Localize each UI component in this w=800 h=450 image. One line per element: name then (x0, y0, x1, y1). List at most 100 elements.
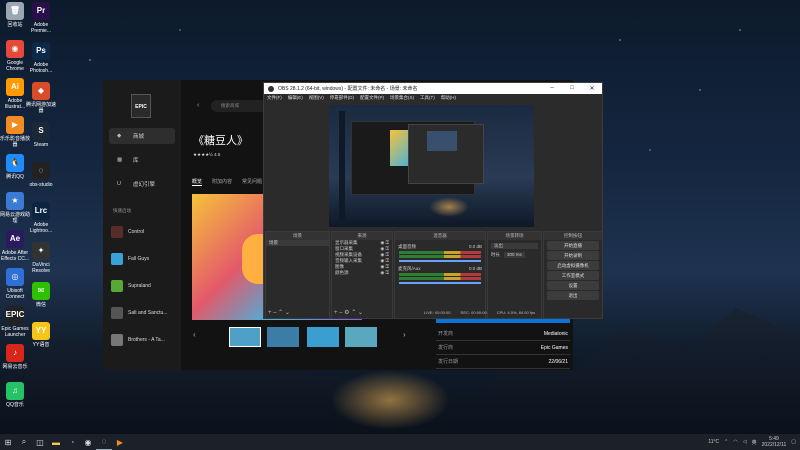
search-icon[interactable]: ⌕ (16, 434, 32, 450)
desktop-icon[interactable]: ♫ QQ音乐 (0, 382, 30, 408)
tab-overview[interactable]: 概览 (192, 178, 203, 186)
source-item[interactable]: 颜色源 ◉ ⚿ (332, 270, 392, 276)
app-icon: ▶ (6, 116, 24, 134)
desktop-icon-label: 网易云音乐 (2, 364, 28, 370)
edge-icon[interactable]: ◔ (64, 434, 80, 450)
desktop-icon[interactable]: ✦ DaVinci Resolve (26, 242, 56, 274)
add-source-icon[interactable]: + – ⚙ ⌃ ⌄ (334, 309, 363, 316)
desktop-icon[interactable]: ◌ obs-studio (26, 162, 56, 188)
wallpaper-town-lights (330, 370, 450, 430)
thumbnail[interactable] (229, 327, 261, 347)
menu-item[interactable]: 视图(V) (309, 95, 324, 101)
desktop-icon-label: 腾讯网游加速器 (26, 102, 57, 114)
volume-slider[interactable] (399, 260, 481, 262)
desktop-icon-label: QQ音乐 (6, 402, 24, 408)
menu-item[interactable]: 帮助(H) (441, 95, 456, 101)
favorite-name: Supraland (128, 283, 151, 289)
favorites-title: 快速启动 (113, 208, 131, 213)
volume-meter (399, 277, 481, 280)
nav-unreal[interactable]: U 虚幻引擎 (109, 176, 175, 192)
ime-indicator[interactable]: 英 (752, 439, 757, 446)
menu-item[interactable]: 工具(T) (420, 95, 435, 101)
game-rating: ★★★★½ 4.5 (193, 152, 221, 157)
notification-icon[interactable]: ▢ (791, 439, 796, 445)
visibility-lock-icon[interactable]: ◉ ⚿ (380, 270, 389, 276)
favorite-item[interactable]: Brothers - A Ta... (111, 334, 165, 346)
info-value: Mediatonic (543, 331, 568, 337)
menu-item[interactable]: 文件(F) (267, 95, 282, 101)
volume-slider[interactable] (399, 282, 481, 284)
control-button[interactable]: 工作室模式 (547, 271, 599, 280)
control-button[interactable]: 开始录制 (547, 251, 599, 260)
chrome-taskbar-icon[interactable]: ◉ (80, 434, 96, 450)
add-scene-icon[interactable]: + – ⌃ ⌄ (268, 309, 290, 316)
control-button[interactable]: 开始直播 (547, 241, 599, 250)
tab-addons[interactable]: 附加内容 (212, 178, 232, 186)
favorite-item[interactable]: Control (111, 226, 144, 238)
desktop-icon[interactable]: Lrc Adobe Lightroo... (26, 202, 56, 234)
menu-item[interactable]: 场景集合(S) (390, 95, 414, 101)
desktop-icon[interactable]: Pr Adobe Premie... (26, 2, 56, 34)
back-arrow-icon[interactable]: ‹ (197, 102, 199, 109)
app-icon: ✉ (32, 282, 50, 300)
control-button[interactable]: 启动虚拟摄像机 (547, 261, 599, 270)
tray-arrow-icon[interactable]: ⌃ (724, 439, 728, 445)
track-name: 麦克风/Aux (398, 266, 421, 271)
desktop-icon[interactable]: S Steam (26, 122, 56, 148)
tab-faq[interactable]: 常见问题 (242, 178, 262, 186)
volume-icon[interactable]: ◁ (743, 439, 747, 445)
nav-store[interactable]: ◆ 商城 (109, 128, 175, 144)
controls-header: 控制按钮 (544, 232, 602, 240)
maximize-icon[interactable]: □ (562, 85, 582, 92)
control-button[interactable]: 设置 (547, 281, 599, 290)
favorite-item[interactable]: Fall Guys (111, 253, 149, 265)
mixer-track: 桌面音频 0.0 dB (395, 244, 485, 262)
clock[interactable]: 5:49 2022/12/11 (762, 436, 787, 448)
task-view-icon[interactable]: ◫ (32, 434, 48, 450)
scene-item[interactable]: 场景 (266, 240, 329, 246)
nav-unreal-label: 虚幻引擎 (133, 182, 156, 188)
desktop-icon-label: Adobe Premie... (30, 22, 51, 34)
store-search-input[interactable]: 搜索商城 (211, 100, 271, 112)
clock-date: 2022/12/11 (761, 442, 787, 448)
desktop-icon[interactable]: ✉ 微信 (26, 282, 56, 308)
desktop-icon[interactable]: Ps Adobe Photosh... (26, 42, 56, 74)
desktop-icon[interactable]: YY YY语音 (26, 322, 56, 348)
start-icon[interactable]: ⊞ (0, 434, 16, 450)
nav-library[interactable]: ▦ 库 (109, 152, 175, 168)
app-icon: ◉ (6, 40, 24, 58)
close-icon[interactable]: ✕ (582, 85, 602, 92)
minimize-icon[interactable]: – (542, 85, 562, 92)
carousel-prev-icon[interactable]: ‹ (193, 330, 196, 339)
control-button[interactable]: 退出 (547, 291, 599, 300)
obs-preview[interactable] (329, 105, 534, 227)
menu-item[interactable]: 停靠部件(D) (330, 95, 354, 101)
obs-taskbar-icon[interactable]: ◌ (96, 434, 112, 450)
favorite-name: Salt and Sanctu... (128, 310, 168, 316)
file-explorer-icon[interactable]: ▬ (48, 434, 64, 450)
epic-logo[interactable]: EPIC (131, 94, 151, 118)
menu-item[interactable]: 编辑(E) (288, 95, 303, 101)
menu-item[interactable]: 配置文件(P) (360, 95, 384, 101)
track-db: 0.0 dB (468, 266, 482, 271)
transitions-header: 场景转场 (488, 232, 541, 240)
duration-label: 时长 (491, 252, 500, 257)
transition-select[interactable]: 淡出 (491, 243, 538, 249)
game-thumbnail (111, 334, 123, 346)
desktop-icon[interactable]: ◆ 腾讯网游加速器 (26, 82, 56, 114)
status-rec: REC: 00:00:00 (460, 310, 487, 315)
thumbnail[interactable] (267, 327, 299, 347)
player-taskbar-icon[interactable]: ▶ (112, 434, 128, 450)
duration-input[interactable]: 300 ms (504, 252, 525, 258)
thumbnail[interactable] (307, 327, 339, 347)
controls-panel: 控制按钮 开始直播 开始录制 启动虚拟摄像机 工作室模式 设置 退出 (543, 231, 603, 319)
volume-meter (399, 273, 481, 276)
favorite-item[interactable]: Supraland (111, 280, 151, 292)
network-icon[interactable]: ◠ (733, 439, 737, 445)
weather-text[interactable]: 11°C (708, 439, 719, 445)
status-cpu: CPU: 4.0%, 60.00 fps (496, 310, 536, 315)
game-thumbnail (111, 253, 123, 265)
thumbnail[interactable] (345, 327, 377, 347)
favorite-item[interactable]: Salt and Sanctu... (111, 307, 167, 319)
carousel-next-icon[interactable]: › (403, 330, 406, 339)
